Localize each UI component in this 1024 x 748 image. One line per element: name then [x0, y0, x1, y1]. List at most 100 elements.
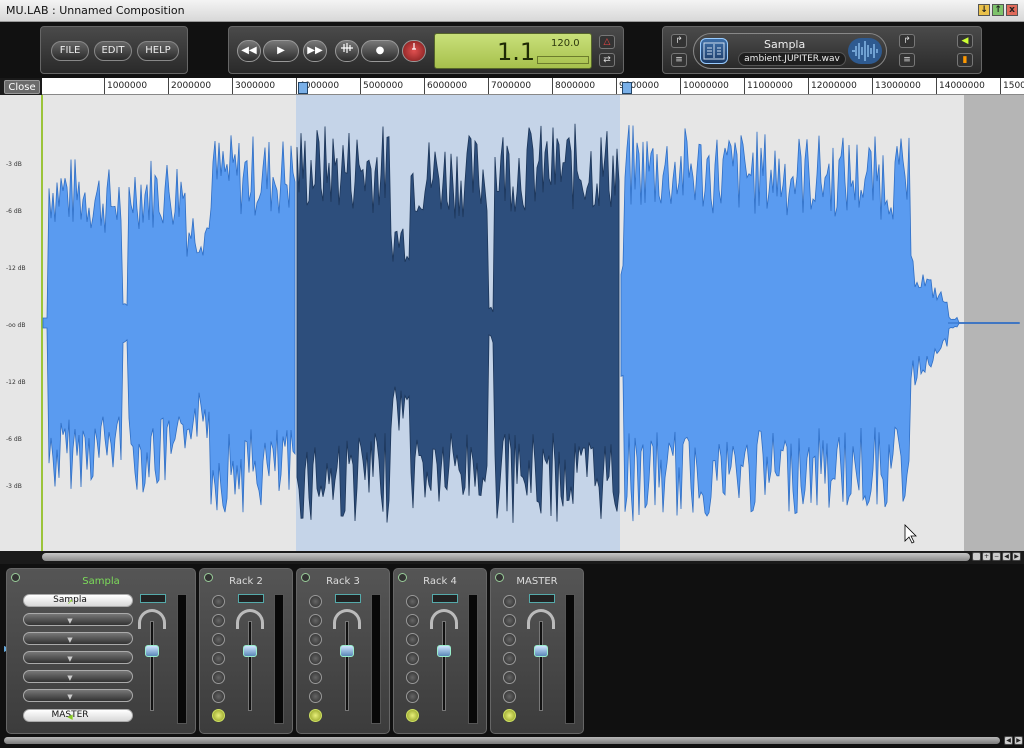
effect-slot[interactable]: ▼ — [23, 613, 133, 626]
send-knob[interactable] — [406, 614, 419, 627]
send-knob[interactable] — [406, 652, 419, 665]
send-knob[interactable] — [309, 652, 322, 665]
window-titlebar: MU.LAB : Unnamed Composition ↓ ↑ x — [0, 0, 1024, 22]
maximize-button[interactable]: ↑ — [992, 4, 1004, 16]
ruler-tick-label: 1000000 — [107, 81, 148, 91]
volume-fader-track[interactable] — [442, 621, 446, 711]
effect-slot[interactable]: ▼ — [23, 670, 133, 683]
ruler-tick — [360, 78, 361, 94]
level-meter — [274, 594, 284, 724]
send-knob[interactable] — [503, 690, 516, 703]
selection-end-handle[interactable] — [622, 82, 632, 94]
record-button[interactable]: ● — [361, 40, 399, 62]
volume-fader-track[interactable] — [150, 621, 154, 711]
send-knob[interactable] — [406, 671, 419, 684]
ruler-tick-label: 7000000 — [491, 81, 532, 91]
ruler-tick — [104, 78, 105, 94]
strip-title: Rack 4 — [423, 576, 457, 587]
send-knob[interactable] — [309, 633, 322, 646]
speaker-icon[interactable]: ◀ — [957, 34, 973, 48]
redirect-out-icon[interactable]: ↱ — [899, 34, 915, 48]
instrument-selector[interactable]: Sampla ambient.JUPITER.wav — [693, 33, 887, 69]
send-knob[interactable] — [406, 690, 419, 703]
list-icon[interactable]: ≡ — [671, 53, 687, 67]
volume-fader-track[interactable] — [539, 621, 543, 711]
mixer-scrollbar[interactable] — [4, 737, 1000, 744]
ruler-tick — [296, 78, 297, 94]
close-window-button[interactable]: x — [1006, 4, 1018, 16]
help-menu-button[interactable]: HELP — [137, 41, 179, 61]
instrument-panel: ↱ ≡ Sampla ambient.JUPITER.wav ↱ ≡ ◀ ▮ — [662, 26, 982, 74]
zoom-out-icon[interactable]: − — [992, 552, 1001, 561]
volume-fader[interactable] — [534, 645, 548, 657]
send-knob[interactable] — [212, 671, 225, 684]
instrument-file[interactable]: ambient.JUPITER.wav — [738, 52, 846, 66]
warning-icon[interactable]: △ — [599, 35, 615, 49]
send-knob[interactable] — [503, 595, 516, 608]
effect-slot[interactable]: ▼ — [23, 632, 133, 645]
scroll-thumb[interactable] — [972, 552, 981, 561]
send-knob[interactable] — [212, 595, 225, 608]
speaker-icon[interactable] — [503, 709, 516, 722]
horizontal-scrollbar[interactable] — [42, 553, 970, 561]
send-knob[interactable] — [503, 652, 516, 665]
strip-title: MASTER — [516, 576, 558, 587]
selection-start-handle[interactable] — [298, 82, 308, 94]
loop-icon[interactable]: ⇄ — [599, 53, 615, 67]
scroll-right-icon[interactable]: ▶ — [1012, 552, 1021, 561]
volume-fader-track[interactable] — [345, 621, 349, 711]
waveform-selected — [296, 123, 620, 523]
send-knob[interactable] — [212, 652, 225, 665]
scroll-left-icon[interactable]: ◀ — [1002, 552, 1011, 561]
close-editor-button[interactable]: Close — [4, 80, 40, 94]
volume-fader[interactable] — [437, 645, 451, 657]
send-knob[interactable] — [503, 614, 516, 627]
speaker-icon[interactable] — [212, 709, 225, 722]
send-knob[interactable] — [406, 633, 419, 646]
waveform-editor[interactable]: -3 dB -6 dB -12 dB -oo dB -12 dB -6 dB -3 dB — [0, 95, 1024, 551]
speaker-icon: ◀ — [67, 713, 73, 721]
metronome-icon[interactable] — [335, 40, 359, 62]
send-knob[interactable] — [212, 690, 225, 703]
minimize-button[interactable]: ↓ — [978, 4, 990, 16]
output-slot[interactable]: MASTER ◀ — [23, 709, 133, 722]
level-meter — [177, 594, 187, 724]
send-knob[interactable] — [309, 671, 322, 684]
send-knob[interactable] — [212, 614, 225, 627]
color-bars-icon[interactable]: ▮ — [957, 53, 973, 67]
list-out-icon[interactable]: ≡ — [899, 53, 915, 67]
effect-slot[interactable]: ▼ — [23, 689, 133, 702]
send-knob[interactable] — [309, 690, 322, 703]
instrument-slot[interactable]: Sampla ↗ — [23, 594, 133, 607]
file-menu-button[interactable]: FILE — [51, 41, 89, 61]
level-indicator — [140, 594, 166, 603]
play-button[interactable]: ▶ — [263, 40, 299, 62]
send-knob[interactable] — [212, 633, 225, 646]
effect-slot[interactable]: ▼ — [23, 651, 133, 664]
volume-fader[interactable] — [340, 645, 354, 657]
fast-forward-button[interactable]: ▶▶ — [303, 40, 327, 62]
volume-fader[interactable] — [145, 645, 159, 657]
strip-title: Rack 3 — [326, 576, 360, 587]
redirect-icon[interactable]: ↱ — [671, 34, 687, 48]
waveform-display[interactable] — [0, 95, 1024, 551]
rewind-button[interactable]: ◀◀ — [237, 40, 261, 62]
mixer-strip-sampla: Sampla Sampla ↗ ▼ ▼ ▼ ▼ ▼ MASTER ◀ — [6, 568, 196, 734]
ruler-tick — [232, 78, 233, 94]
tempo-value[interactable]: 120.0 — [551, 38, 580, 49]
send-knob[interactable] — [503, 633, 516, 646]
mixer-scroll-right-icon[interactable]: ▶ — [1014, 736, 1023, 745]
zoom-in-icon[interactable]: + — [982, 552, 991, 561]
mixer-scroll-left-icon[interactable]: ◀ — [1004, 736, 1013, 745]
volume-fader[interactable] — [243, 645, 257, 657]
record-arm-icon[interactable] — [402, 40, 426, 62]
send-knob[interactable] — [309, 614, 322, 627]
speaker-icon[interactable] — [406, 709, 419, 722]
volume-fader-track[interactable] — [248, 621, 252, 711]
send-knob[interactable] — [503, 671, 516, 684]
time-ruler[interactable]: 1000000 2000000 3000000 4000000 5000000 60000… — [42, 78, 1024, 95]
edit-menu-button[interactable]: EDIT — [94, 41, 132, 61]
send-knob[interactable] — [406, 595, 419, 608]
send-knob[interactable] — [309, 595, 322, 608]
speaker-icon[interactable] — [309, 709, 322, 722]
